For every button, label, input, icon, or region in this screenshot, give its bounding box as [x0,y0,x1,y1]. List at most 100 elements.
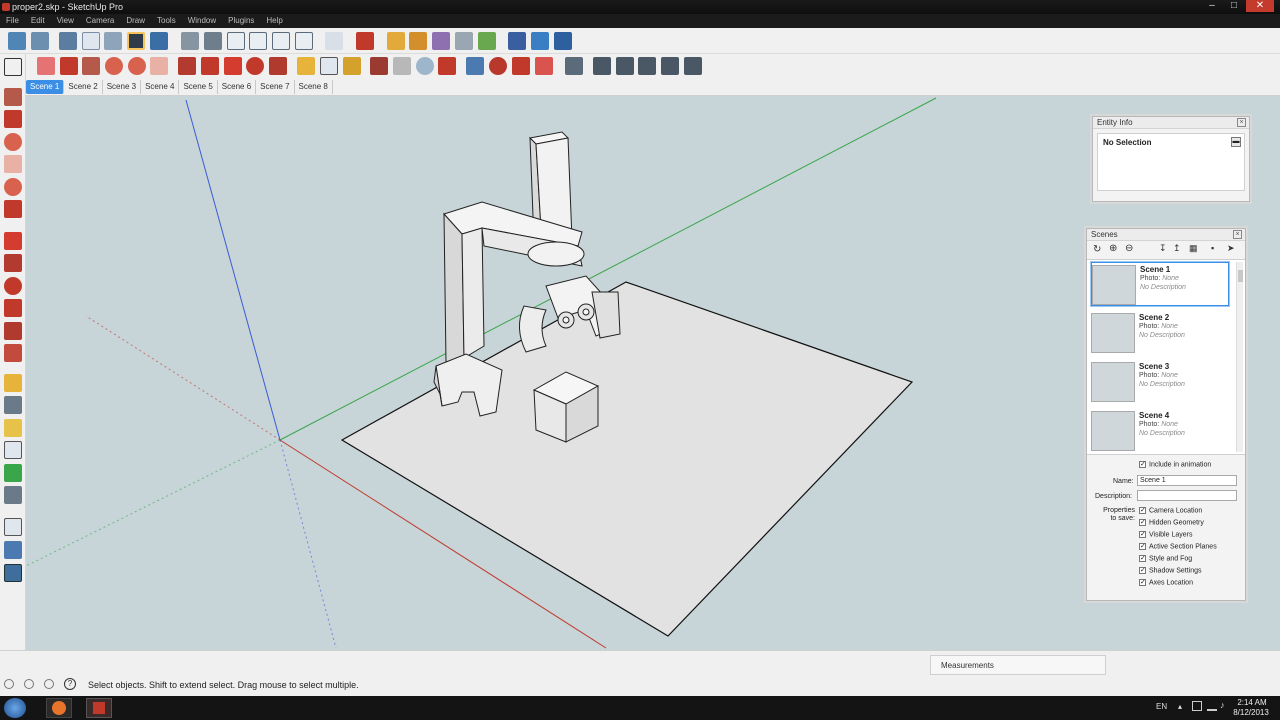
left-view-icon[interactable] [295,32,313,50]
scene-tab-7[interactable]: Scene 7 [256,79,295,94]
polygon-icon[interactable] [128,57,146,75]
ruby-console-icon[interactable] [356,32,374,50]
scene-list-item-1[interactable]: Scene 1 Photo: None No Description [1091,262,1229,306]
back-view-icon[interactable] [272,32,290,50]
shaded-style-icon[interactable] [127,32,145,50]
scene-name-input[interactable]: Scene 1 [1137,475,1237,486]
menu-view[interactable]: View [57,14,74,28]
rotate-icon[interactable] [246,57,264,75]
hidden-line-style-icon[interactable] [104,32,122,50]
menu-draw[interactable]: Draw [126,14,145,28]
text-icon[interactable] [320,57,338,75]
checkbox[interactable]: ✓ [1139,531,1146,538]
right-view-icon[interactable] [249,32,267,50]
menu-edit[interactable]: Edit [31,14,45,28]
scene-list-item-3[interactable]: Scene 3 Photo: None No Description [1091,360,1229,404]
scene-update-icon[interactable] [661,57,679,75]
scene-tab-5[interactable]: Scene 5 [179,79,218,94]
tape-tool-icon[interactable] [4,374,22,392]
checkbox[interactable]: ✓ [1139,519,1146,526]
minimize-icon[interactable]: – [1202,0,1222,12]
warehouse-icon[interactable] [466,57,484,75]
language-indicator[interactable]: EN [1156,702,1167,711]
rectangle-tool-icon[interactable] [4,88,22,106]
scene-tab-4[interactable]: Scene 4 [141,79,180,94]
help-icon[interactable]: ? [64,678,76,690]
scene-delete-icon[interactable] [684,57,702,75]
axes-tool-icon[interactable] [4,464,22,482]
scale-icon[interactable] [269,57,287,75]
tray-up-arrow-icon[interactable]: ▴ [1178,702,1182,711]
tape-measure-icon[interactable] [297,57,315,75]
pushpull-tool-icon[interactable] [4,254,22,272]
xray-style-icon[interactable] [59,32,77,50]
freehand-tool-icon[interactable] [4,200,22,218]
geo-location-icon[interactable] [4,679,14,689]
shaded-texture-style-icon[interactable] [150,32,168,50]
plugin-export-icon[interactable] [455,32,473,50]
protractor-tool-icon[interactable] [4,419,22,437]
scene-tab-3[interactable]: Scene 3 [103,79,142,94]
menu-window[interactable]: Window [188,14,216,28]
entity-info-toggle-icon[interactable]: ▬ [1231,137,1241,147]
prop-shadow-settings[interactable]: ✓ Shadow Settings [1139,567,1202,574]
move-icon[interactable] [224,57,242,75]
home-view-icon[interactable] [227,32,245,50]
prop-camera-location[interactable]: ✓ Camera Location [1139,507,1202,514]
iso-view-icon[interactable] [8,32,26,50]
scene-tab-1[interactable]: Scene 1 [26,79,65,94]
menu-help[interactable]: Help [266,14,282,28]
checkbox[interactable]: ✓ [1139,543,1146,550]
include-animation-checkbox[interactable]: ✓ [1139,461,1146,468]
rotate-tool-icon[interactable] [4,277,22,295]
layout-icon[interactable] [565,57,583,75]
clock-date[interactable]: 8/12/2013 [1230,708,1272,717]
top-view-icon[interactable] [31,32,49,50]
scene-description-input[interactable] [1137,490,1237,501]
details-arrow-icon[interactable]: ➤ [1227,243,1235,254]
zoom-extents-icon[interactable] [438,57,456,75]
scrollbar-thumb[interactable] [1238,270,1243,282]
remove-scene-icon[interactable]: ⊖ [1125,243,1133,254]
close-icon[interactable]: ✕ [1246,0,1274,12]
3d-text-tool-icon[interactable] [4,486,22,504]
scale-tool-icon[interactable] [4,322,22,340]
scene-list-item-4[interactable]: Scene 4 Photo: None No Description [1091,409,1229,453]
scene-tab-2[interactable]: Scene 2 [64,79,103,94]
move-tool-icon[interactable] [4,232,22,250]
circle-icon[interactable] [105,57,123,75]
camera-view-icon[interactable] [181,32,199,50]
include-animation-row[interactable]: ✓ Include in animation [1139,461,1211,468]
line-tool-icon[interactable] [4,110,22,128]
wireframe-style-icon[interactable] [82,32,100,50]
paint-bucket-icon[interactable] [343,57,361,75]
checkbox[interactable]: ✓ [1139,555,1146,562]
prop-active-section-planes[interactable]: ✓ Active Section Planes [1139,543,1217,550]
eraser-icon[interactable] [37,57,55,75]
maximize-icon[interactable]: □ [1224,0,1244,12]
sketchup-taskbar-icon[interactable] [86,698,112,718]
walk-icon[interactable] [325,32,343,50]
user-icon[interactable] [44,679,54,689]
scene-list-item-2[interactable]: Scene 2 Photo: None No Description [1091,311,1229,355]
menu-tools[interactable]: Tools [157,14,176,28]
menu-camera[interactable]: Camera [86,14,114,28]
move-scene-up-icon[interactable]: ↥ [1173,243,1181,254]
component-warehouse-icon[interactable] [512,57,530,75]
polygon-tool-icon[interactable] [4,178,22,196]
rectangle-icon[interactable] [82,57,100,75]
select-tool-icon[interactable] [4,58,22,76]
checkbox[interactable]: ✓ [1139,507,1146,514]
add-scene-icon[interactable]: ⊕ [1109,243,1117,254]
plugin-render-icon[interactable] [432,32,450,50]
scenes-list-scrollbar[interactable] [1236,262,1243,452]
dimension-tool-icon[interactable] [4,396,22,414]
measurements-box[interactable]: Measurements [930,655,1106,675]
clock-time[interactable]: 2:14 AM [1232,698,1272,707]
front-view-icon[interactable] [204,32,222,50]
credits-icon[interactable] [24,679,34,689]
share-model-icon[interactable] [489,57,507,75]
scene-previous-icon[interactable] [593,57,611,75]
section-cut-icon[interactable] [531,32,549,50]
push-pull-icon[interactable] [178,57,196,75]
